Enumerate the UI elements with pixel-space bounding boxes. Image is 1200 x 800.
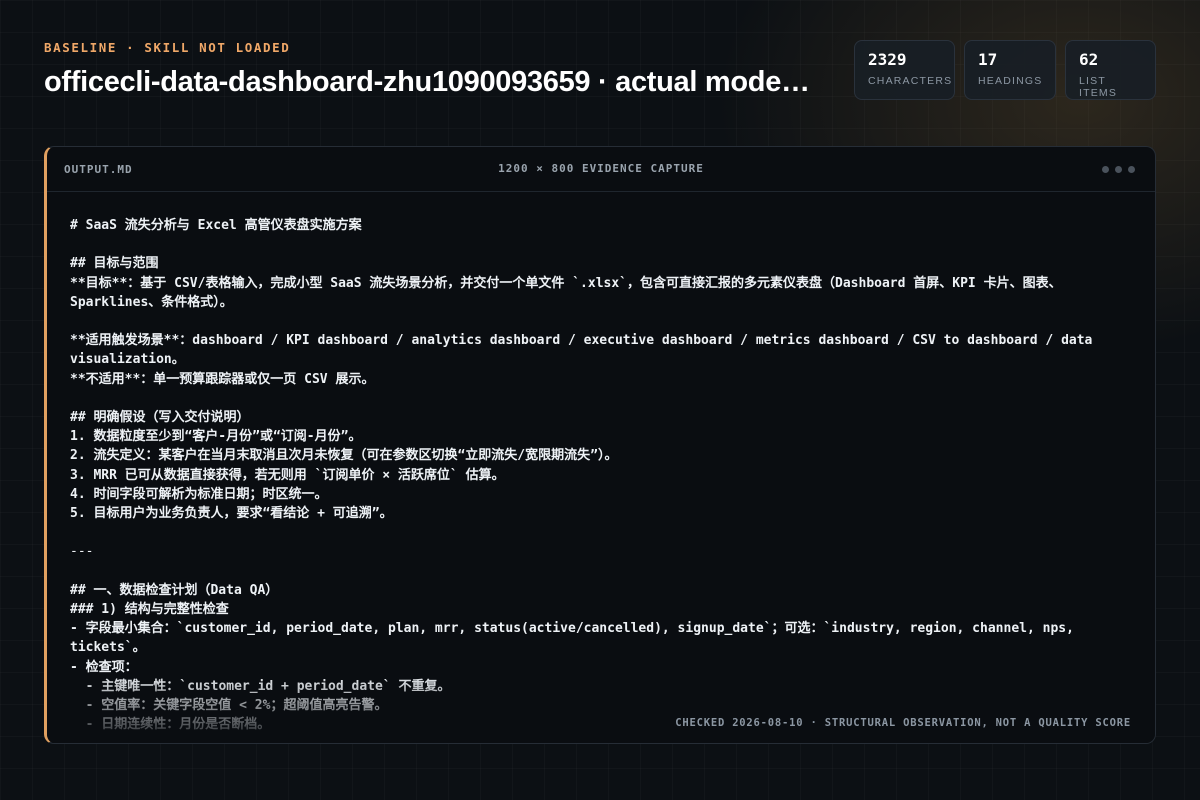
markdown-line: 5. 目标用户为业务负责人，要求“看结论 + 可追溯”。 [70,506,393,521]
ellipsis-icon[interactable] [1102,165,1135,173]
markdown-line: 1. 数据粒度至少到“客户-月份”或“订阅-月份”。 [70,429,362,445]
markdown-line [70,312,1135,331]
dot [1128,165,1135,173]
stat-card-headings: 17 HEADINGS [964,40,1056,100]
file-name: OUTPUT.MD [64,162,133,176]
markdown-line: ### 1) 结构与完整性检查 [70,601,229,617]
markdown-output: # SaaS 流失分析与 Excel 高管仪表盘实施方案 ## 目标与范围 **目标… [70,216,1135,743]
markdown-line: - 主键唯一性：`customer_id + period_date` 不重复。 [70,678,451,694]
stat-label: LIST ITEMS [1079,75,1118,99]
stats-bar: 2329 CHARACTERS 17 HEADINGS 62 LIST ITEM… [854,40,1156,100]
markdown-line: --- [70,544,94,560]
check-footer: CHECKED 2026-08-10 · STRUCTURAL OBSERVAT… [675,717,1131,729]
stat-value: 62 [1079,50,1099,69]
stat-value: 17 [978,50,998,69]
markdown-line: 2. 流失定义：某客户在当月末取消且次月未恢复（可在参数区切换“立即流失/宽限期… [70,448,618,464]
markdown-line: ## 目标与范围 [70,256,159,272]
markdown-line: **目标**：基于 CSV/表格输入，完成小型 SaaS 流失场景分析，并交付一… [70,275,1062,310]
markdown-line: # SaaS 流失分析与 Excel 高管仪表盘实施方案 [70,218,362,233]
markdown-line: ## 明确假设（写入交付说明） [70,409,250,425]
markdown-line: - 检查项： [70,659,138,675]
stat-card-list-items: 62 LIST ITEMS [1065,40,1156,100]
output-panel: OUTPUT.MD 1200 × 800 EVIDENCE CAPTURE # … [44,146,1156,744]
markdown-line: - 字段最小集合：`customer_id, period_date, plan… [70,621,1082,656]
stat-card-characters: 2329 CHARACTERS [854,40,955,100]
markdown-line: 4. 时间字段可解析为标准日期；时区统一。 [70,486,328,502]
dot [1115,165,1122,173]
stat-label: HEADINGS [978,75,1043,87]
markdown-line: 3. MRR 已可从数据直接获得，若无则用 `订阅单价 × 活跃席位` 估算。 [70,467,505,483]
markdown-line: - 空值率：关键字段空值 < 2%；超阈值高亮告警。 [70,698,388,713]
markdown-line: **不适用**：单一预算跟踪器或仅一页 CSV 展示。 [70,371,375,387]
markdown-line: ## 一、数据检查计划（Data QA） [70,582,279,598]
page-title: officecli-data-dashboard-zhu1090093659 ·… [44,66,814,98]
markdown-line [70,562,1135,581]
stat-label: CHARACTERS [868,75,953,87]
markdown-line: **适用触发场景**：dashboard / KPI dashboard / a… [70,333,1101,368]
stat-value: 2329 [868,50,907,69]
markdown-line [70,235,1135,254]
markdown-line [70,523,1135,542]
markdown-line [70,389,1135,408]
dot [1102,165,1109,173]
panel-header: OUTPUT.MD 1200 × 800 EVIDENCE CAPTURE [47,147,1155,192]
capture-label: 1200 × 800 EVIDENCE CAPTURE [498,162,704,175]
baseline-label: BASELINE · SKILL NOT LOADED [44,40,291,55]
